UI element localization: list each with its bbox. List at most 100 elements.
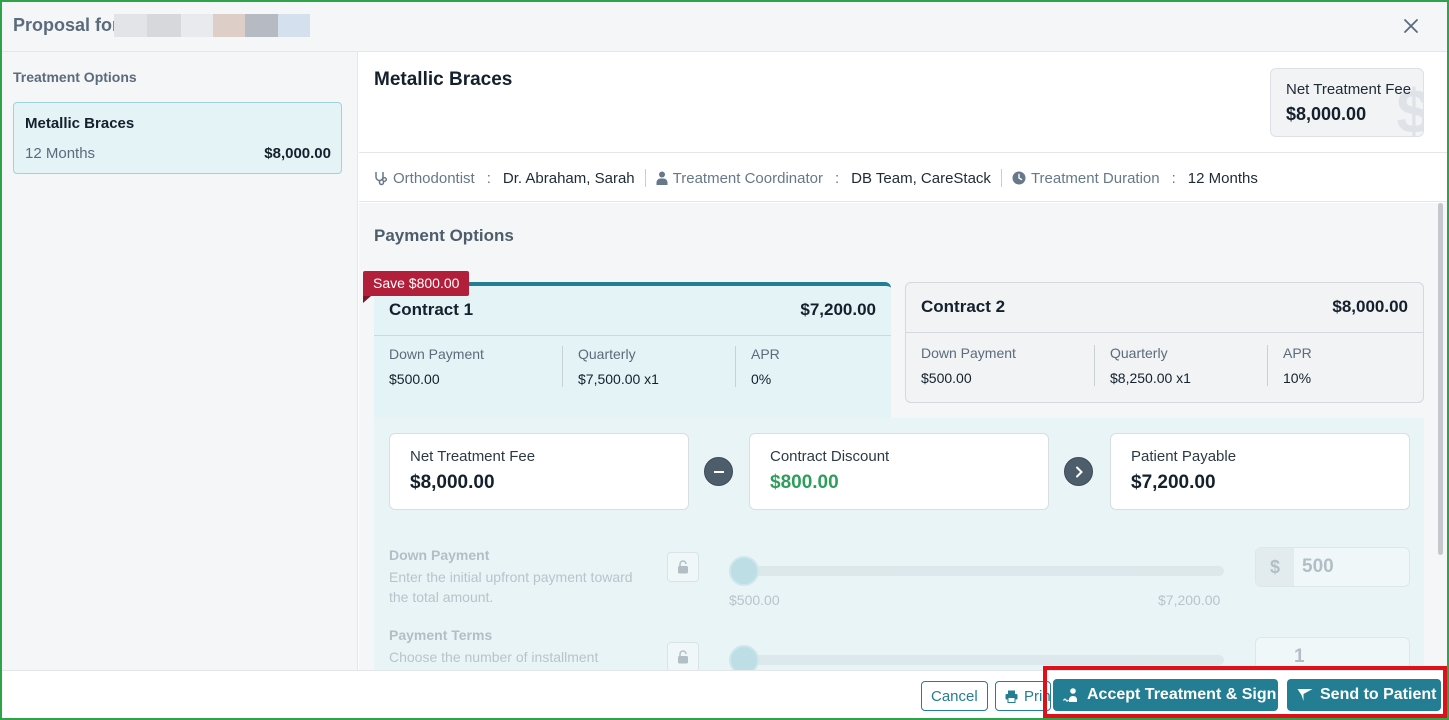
payment-terms-slider-track[interactable] (729, 655, 1224, 665)
chevron-right-icon (1064, 457, 1093, 486)
down-payment-slider-track[interactable] (729, 566, 1224, 576)
redacted-patient-name (114, 14, 310, 37)
term-label: Down Payment (389, 346, 484, 362)
currency-symbol: $ (1256, 548, 1294, 586)
discount-label: Contract Discount (770, 448, 890, 465)
stethoscope-icon (374, 171, 388, 186)
term-value: $500.00 (389, 371, 440, 387)
contract-name: Contract 2 (921, 297, 1006, 316)
term-value: $500.00 (921, 370, 972, 386)
coordinator-value: DB Team, CareStack (851, 169, 991, 187)
dialog-header: Proposal for (2, 2, 1447, 52)
proposal-dialog: Proposal for Treatment Options Metallic … (0, 0, 1449, 720)
payable-label: Patient Payable (1131, 448, 1237, 465)
colon: : (1171, 169, 1176, 187)
net-fee-card: Net Treatment Fee $8,000.00 (389, 433, 689, 510)
divider (644, 169, 646, 187)
payment-terms-slider-thumb[interactable] (729, 645, 759, 670)
discount-value: $800.00 (770, 472, 839, 493)
net-fee-label: Net Treatment Fee (410, 448, 536, 465)
treatment-option-card[interactable]: Metallic Braces 12 Months $8,000.00 (13, 102, 342, 174)
down-payment-slider-thumb[interactable] (729, 556, 759, 586)
payment-options-title: Payment Options (374, 226, 514, 245)
accept-treatment-sign-button[interactable]: Accept Treatment & Sign (1053, 679, 1278, 711)
net-treatment-fee-summary: $ Net Treatment Fee $8,000.00 (1270, 68, 1424, 137)
contract-calculation: Net Treatment Fee $8,000.00 Contract Dis… (374, 418, 1424, 670)
scrollbar[interactable] (1435, 203, 1447, 670)
slider-min: $500.00 (729, 592, 780, 608)
contract-term: Quarterly $7,500.00 x1 (562, 346, 735, 387)
payable-value: $7,200.00 (1131, 472, 1216, 493)
contract-2-card[interactable]: Contract 2 $8,000.00 Down Payment $500.0… (905, 282, 1424, 403)
scrollbar-thumb[interactable] (1438, 203, 1443, 555)
contract-1-card[interactable]: Contract 1 $7,200.00 Down Payment $500.0… (374, 282, 891, 418)
minus-icon (704, 457, 733, 486)
treatment-title: Metallic Braces (374, 69, 513, 90)
treatment-options-panel: Treatment Options Metallic Braces 12 Mon… (2, 52, 358, 670)
orthodontist-value: Dr. Abraham, Sarah (502, 169, 635, 187)
net-fee-label: Net Treatment Fee (1286, 81, 1412, 98)
payment-terms-input[interactable]: 1 (1255, 637, 1410, 670)
down-payment-label: Down Payment (389, 547, 490, 563)
term-label: APR (1283, 345, 1312, 361)
send-label: Send to Patient (1320, 686, 1437, 703)
contract-term: Down Payment $500.00 (921, 345, 1094, 386)
treatment-meta-bar: Orthodontist : Dr. Abraham, Sarah Treatm… (359, 152, 1447, 202)
term-label: APR (751, 346, 780, 362)
net-fee-value: $8,000.00 (410, 472, 495, 493)
term-value: 0% (751, 371, 772, 387)
down-payment-desc: Enter the initial upfront payment toward… (389, 569, 633, 605)
clock-icon (1012, 171, 1026, 185)
contract-term: Quarterly $8,250.00 x1 (1094, 345, 1267, 386)
term-value: 10% (1283, 370, 1312, 386)
dialog-title: Proposal for (13, 15, 120, 35)
term-label: Down Payment (921, 345, 1016, 361)
colon: : (486, 169, 491, 187)
dialog-footer: Cancel Print Accept Treatment & Sign Sen… (2, 670, 1447, 718)
option-name: Metallic Braces (25, 115, 135, 132)
cancel-label: Cancel (931, 687, 978, 705)
treatment-detail-panel: Metallic Braces $ Net Treatment Fee $8,0… (359, 52, 1447, 670)
send-to-patient-button[interactable]: Send to Patient (1287, 679, 1441, 711)
term-value: $7,500.00 x1 (578, 371, 659, 387)
person-icon (656, 171, 668, 185)
payment-options-section: Payment Options Contract 1 $7,200.00 Dow… (359, 203, 1435, 670)
accept-label: Accept Treatment & Sign (1087, 686, 1277, 703)
contract-header: Contract 2 $8,000.00 (906, 283, 1423, 333)
payment-terms-desc: Choose the number of installment (389, 649, 599, 665)
duration-label: Treatment Duration (1030, 169, 1160, 187)
close-icon[interactable] (1401, 16, 1421, 36)
lock-icon[interactable] (667, 642, 699, 670)
down-payment-input[interactable]: $ 500 (1255, 547, 1410, 587)
print-label: Print (1024, 687, 1051, 705)
print-button[interactable]: Print (995, 681, 1051, 711)
lock-icon[interactable] (667, 552, 699, 582)
payment-terms-amount: 1 (1294, 646, 1305, 667)
colon: : (834, 169, 840, 187)
contract-terms: Down Payment $500.00 Quarterly $8,250.00… (921, 345, 1440, 386)
contract-discount-card: Contract Discount $800.00 (749, 433, 1049, 510)
contract-terms: Down Payment $500.00 Quarterly $7,500.00… (389, 346, 908, 387)
slider-max: $7,200.00 (1158, 592, 1221, 608)
contract-term: APR 10% (1267, 345, 1440, 386)
term-label: Quarterly (578, 346, 636, 362)
contract-total: $8,000.00 (1332, 297, 1408, 316)
send-icon (1297, 688, 1320, 702)
duration-value: 12 Months (1187, 169, 1258, 187)
patient-payable-card: Patient Payable $7,200.00 (1110, 433, 1410, 510)
contract-total: $7,200.00 (800, 300, 876, 319)
option-price: $8,000.00 (264, 145, 331, 162)
printer-icon (1005, 690, 1018, 703)
contract-term: Down Payment $500.00 (389, 346, 562, 387)
coordinator-label: Treatment Coordinator (672, 169, 823, 187)
cancel-button[interactable]: Cancel (921, 681, 988, 711)
net-fee-value: $8,000.00 (1286, 104, 1367, 124)
down-payment-row: Down Payment Enter the initial upfront p… (389, 547, 1424, 617)
down-payment-amount: 500 (1302, 556, 1334, 577)
divider (1000, 169, 1002, 187)
save-badge: Save $800.00 (363, 271, 470, 303)
term-label: Quarterly (1110, 345, 1168, 361)
payment-terms-row: Payment Terms Choose the number of insta… (389, 627, 1424, 670)
orthodontist-label: Orthodontist (393, 169, 475, 187)
term-value: $8,250.00 x1 (1110, 370, 1191, 386)
